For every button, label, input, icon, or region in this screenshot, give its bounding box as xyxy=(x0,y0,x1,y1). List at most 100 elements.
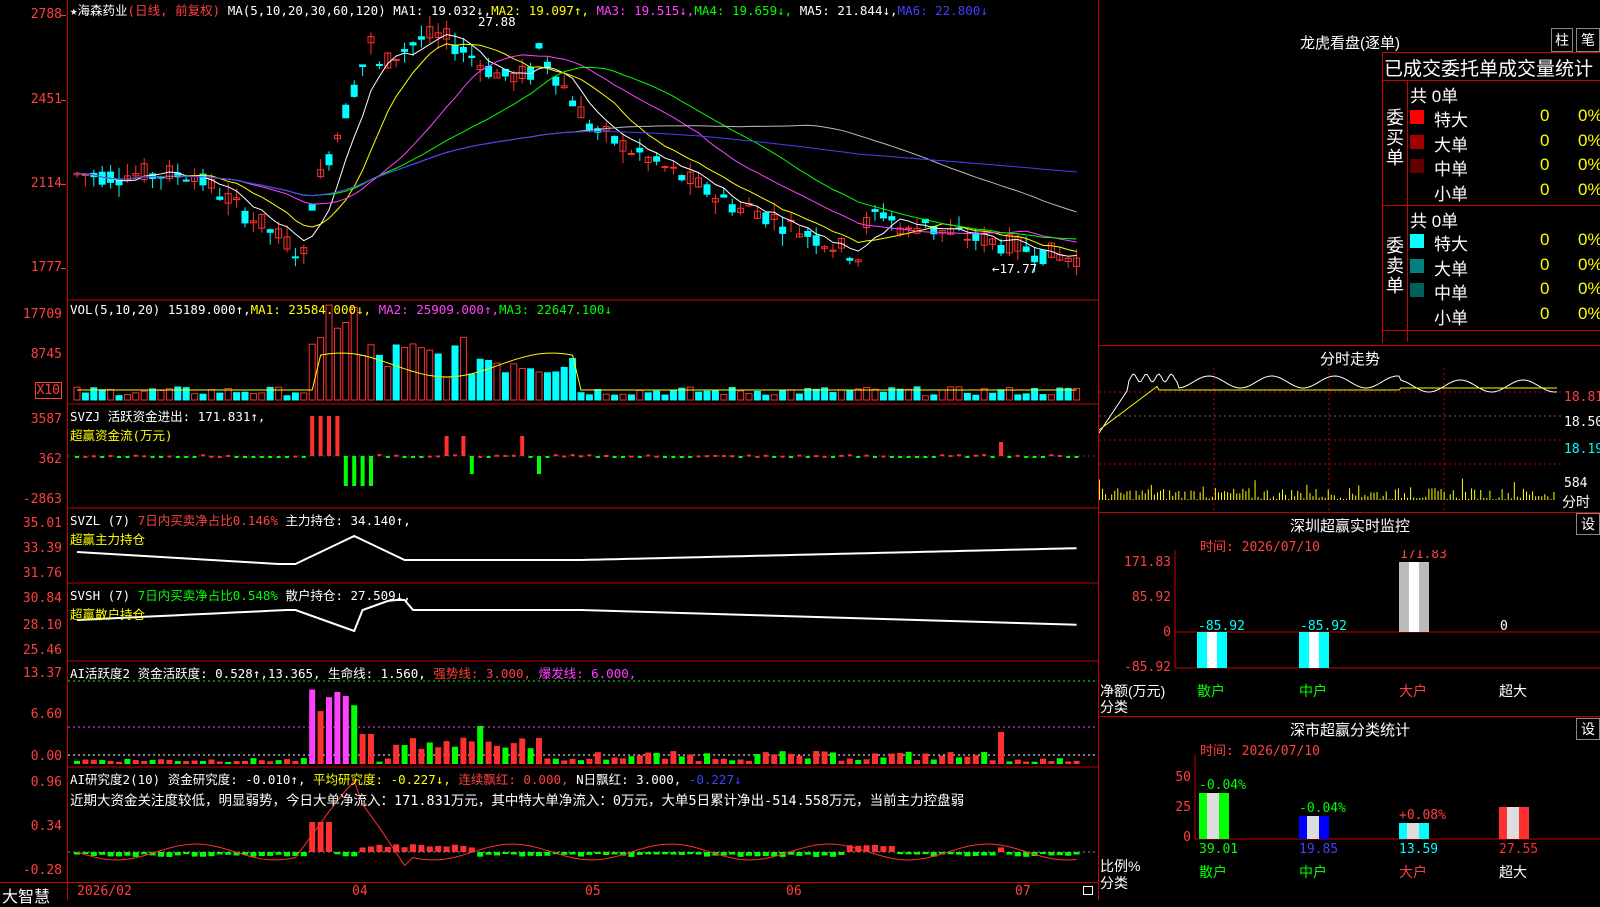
volume-bar xyxy=(249,393,257,401)
activity-bar xyxy=(166,759,173,764)
intraday-vol-bar xyxy=(1407,497,1409,500)
ai2-header: AI活跃度2 资金活跃度: 0.528↑,13.365, 生命线: 1.560,… xyxy=(70,663,636,682)
candle-body xyxy=(1022,246,1030,252)
intraday-mode[interactable]: 分时 xyxy=(1562,492,1590,512)
intraday-vol-bar xyxy=(1446,499,1448,500)
intraday-vol-bar xyxy=(1391,499,1393,500)
volume-bar xyxy=(359,355,367,401)
volume-bar xyxy=(333,327,341,401)
candle-body xyxy=(661,166,669,169)
intraday-vol-bar xyxy=(1129,490,1131,500)
order-percent: 0% xyxy=(1578,254,1600,274)
monitor-cat-label: 分类 xyxy=(1100,699,1128,715)
volume-bar xyxy=(745,393,753,401)
class-tick: 50 xyxy=(1175,770,1191,785)
activity-bar xyxy=(998,732,1004,764)
activity-bar xyxy=(695,760,702,764)
research-bar xyxy=(653,852,660,855)
research-bar xyxy=(1006,852,1013,855)
volume-bar xyxy=(115,395,123,401)
fund-flow-bar xyxy=(243,456,247,458)
column-button[interactable]: 柱 xyxy=(1551,28,1573,52)
volume-bar xyxy=(930,394,938,401)
research-bar xyxy=(762,852,769,857)
monitor-tick: 85.92 xyxy=(1132,590,1171,605)
intraday-vol-bar xyxy=(1300,492,1302,500)
intraday-chart[interactable] xyxy=(1099,368,1561,510)
fund-flow-bar xyxy=(335,416,340,456)
air-nday-red: N日飘红: 3.000, xyxy=(576,772,682,787)
stock-name[interactable]: 海森药业 xyxy=(78,3,128,18)
research-bar xyxy=(284,852,290,857)
ma5-value: MA5: 21.844↓, xyxy=(799,3,898,18)
research-bar xyxy=(191,852,198,857)
intraday-vol-bar xyxy=(1294,496,1296,500)
class-settings-button[interactable]: 设 xyxy=(1576,718,1600,740)
intraday-vol-bar xyxy=(1333,495,1335,500)
monitor-title: 深圳超赢实时监控 xyxy=(1289,518,1410,535)
volume-bar xyxy=(1039,394,1047,401)
color-swatch xyxy=(1410,159,1424,173)
ai2-axis: 13.37 6.60 0.00 xyxy=(0,661,66,767)
intraday-vol-bar xyxy=(1477,499,1479,500)
activity-bar xyxy=(779,751,786,764)
intraday-vol-bar xyxy=(1111,494,1113,500)
vol-tick: 8745 xyxy=(30,347,62,362)
intraday-vol-bar xyxy=(1266,490,1268,500)
activity-bar xyxy=(645,752,652,764)
volume-bar xyxy=(779,389,787,401)
ai2-label: AI活跃度2 xyxy=(70,666,131,681)
svsh-tick: 28.10 xyxy=(22,618,62,633)
research-bar xyxy=(687,852,694,855)
research-bar xyxy=(376,844,383,852)
volume-bar xyxy=(317,337,325,401)
intraday-vol-bar xyxy=(1114,490,1116,500)
intraday-vol-bar xyxy=(1306,484,1308,500)
fund-flow-bar xyxy=(654,455,659,458)
intraday-vol-bar xyxy=(1239,493,1241,500)
intraday-vol-bar xyxy=(1501,489,1503,500)
intraday-vol-bar xyxy=(1339,497,1341,500)
fund-flow-bar xyxy=(461,436,466,456)
order-count: 0 xyxy=(1540,279,1550,298)
order-type-label: 大单 xyxy=(1434,135,1468,155)
monitor-settings-button[interactable]: 设 xyxy=(1576,513,1600,535)
activity-bar xyxy=(158,759,164,764)
svzj-tick: 3587 xyxy=(30,412,62,427)
fund-flow-bar xyxy=(730,455,735,458)
app-logo[interactable]: 大智慧 xyxy=(2,883,50,907)
volume-bar xyxy=(787,389,795,401)
research-bar xyxy=(166,852,173,857)
tick-button[interactable]: 笔 xyxy=(1576,28,1600,52)
sell-order-label: 委卖单 xyxy=(1386,236,1404,296)
volume-bar xyxy=(451,345,459,401)
price-axis: 2788 2451 2114 1777 xyxy=(0,0,66,300)
research-bar xyxy=(116,852,122,857)
intraday-vol-bar xyxy=(1327,489,1329,500)
candle-body xyxy=(182,179,190,182)
research-bar xyxy=(678,852,685,855)
volume-bar xyxy=(258,392,266,401)
period-mode[interactable]: (日线, 前复权) xyxy=(128,3,221,18)
order-row: 大单 0 0% xyxy=(1410,255,1600,279)
lock-icon[interactable] xyxy=(1083,886,1093,895)
svzj-tick: -2863 xyxy=(22,492,62,507)
research-bar xyxy=(510,852,517,855)
candle-body xyxy=(728,204,736,213)
activity-bar xyxy=(897,752,904,764)
volume-bar xyxy=(795,393,803,401)
activity-bar xyxy=(720,758,727,764)
fund-flow-bar xyxy=(91,455,96,458)
intraday-vol-bar xyxy=(1458,499,1460,500)
activity-bar xyxy=(275,760,282,764)
research-bar xyxy=(158,852,164,857)
activity-bar xyxy=(846,758,853,764)
intraday-vol-bar xyxy=(1318,497,1320,500)
intraday-vol-bar xyxy=(1492,499,1494,500)
activity-bar xyxy=(947,752,954,764)
intraday-vol-bar xyxy=(1269,498,1271,500)
monitor-chart: 171.83 85.92 0 -85.92 -85.92 -85.92 171.83 0 散户 中… xyxy=(1124,550,1600,699)
fund-flow-bar xyxy=(839,454,844,457)
volume-bar xyxy=(594,389,602,401)
order-type-label: 中单 xyxy=(1434,160,1468,179)
